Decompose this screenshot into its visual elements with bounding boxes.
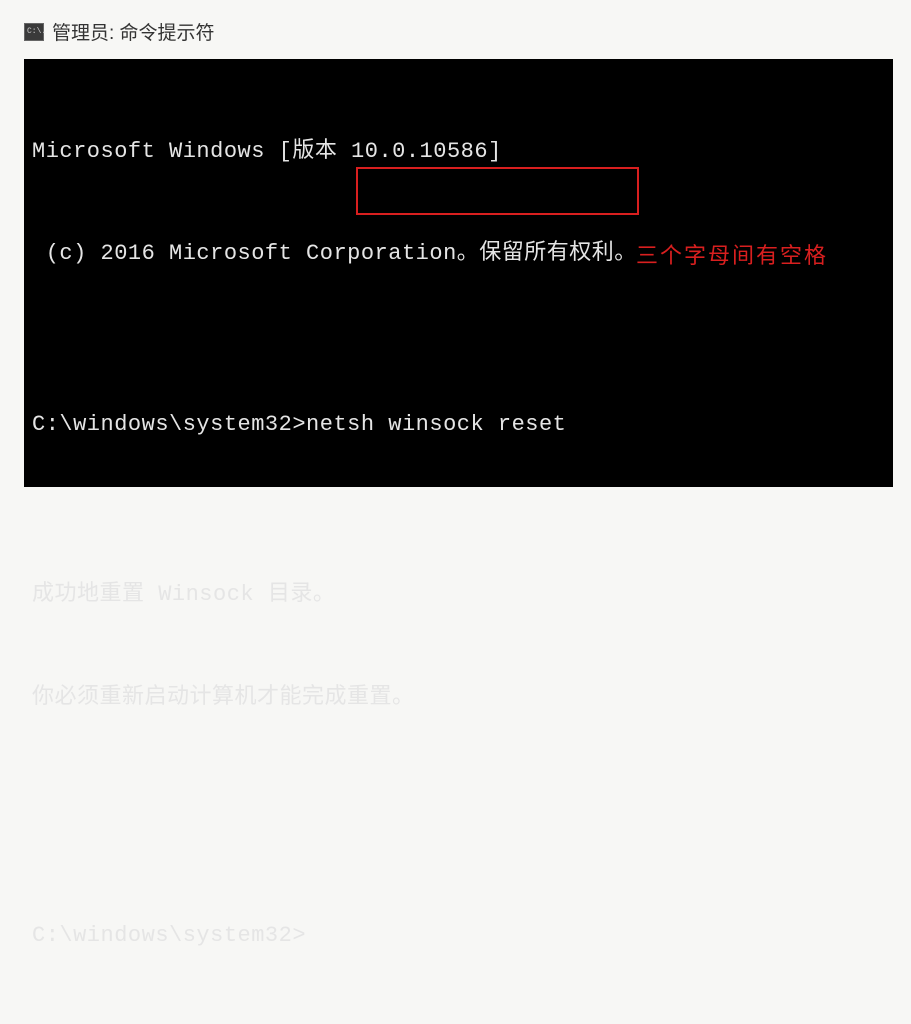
window-title: 管理员: 命令提示符 — [52, 18, 215, 45]
terminal-body[interactable]: Microsoft Windows [版本 10.0.10586] (c) 20… — [24, 59, 893, 487]
typed-command: netsh winsock reset — [306, 412, 566, 437]
command-highlight-box — [356, 167, 639, 215]
window-title-bar: C:\. 管理员: 命令提示符 — [24, 18, 911, 45]
terminal-prompt-line-2: C:\windows\system32> — [32, 919, 889, 953]
cmd-icon: C:\. — [24, 23, 44, 41]
terminal-output-line-2: 你必须重新启动计算机才能完成重置。 — [32, 681, 889, 715]
prompt-path: C:\windows\system32> — [32, 412, 306, 437]
terminal-output-line-1: 成功地重置 Winsock 目录。 — [32, 578, 889, 612]
annotation-text: 三个字母间有空格 — [636, 239, 828, 273]
terminal-version-line: Microsoft Windows [版本 10.0.10586] — [32, 135, 889, 169]
terminal-prompt-line-1: C:\windows\system32>netsh winsock reset — [32, 408, 889, 442]
